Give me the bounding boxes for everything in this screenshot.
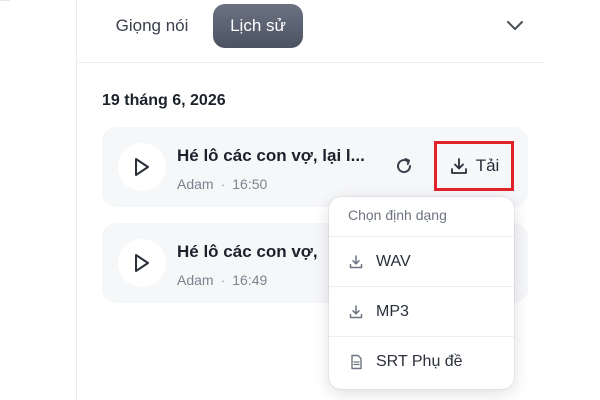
header-divider <box>77 62 543 63</box>
format-option-label: WAV <box>376 253 411 270</box>
format-option-label: SRT Phụ đề <box>376 353 463 370</box>
download-icon <box>348 304 364 320</box>
history-item-time: 16:50 <box>232 176 268 192</box>
chevron-down-icon <box>507 21 523 30</box>
play-button[interactable] <box>118 239 166 287</box>
sidebar-divider <box>76 0 77 400</box>
format-option-label: MP3 <box>376 303 409 320</box>
history-item-voice: Adam <box>177 272 214 288</box>
document-icon <box>348 354 364 370</box>
history-item-title: Hé lô các con vợ, lại l... <box>177 146 365 165</box>
play-button[interactable] <box>118 143 166 191</box>
regenerate-button[interactable] <box>391 153 417 179</box>
format-option-srt[interactable]: SRT Phụ đề <box>329 338 514 386</box>
tab-history[interactable]: Lịch sử <box>213 4 303 48</box>
tab-voices-label: Giọng nói <box>115 16 189 35</box>
tab-voices[interactable]: Giọng nói <box>100 4 204 48</box>
dropdown-divider <box>329 336 514 337</box>
dropdown-divider <box>329 236 514 237</box>
collapse-button[interactable] <box>503 15 527 37</box>
format-dropdown: Chọn định dạng WAV MP3 SRT Phụ đề <box>329 197 514 389</box>
refresh-icon <box>397 158 412 174</box>
download-icon <box>450 158 467 174</box>
play-icon <box>135 254 149 272</box>
format-option-mp3[interactable]: MP3 <box>329 288 514 336</box>
history-item-time: 16:49 <box>232 272 268 288</box>
download-button-label: Tải <box>475 156 500 175</box>
meta-separator: · <box>220 176 226 192</box>
format-dropdown-header: Chọn định dạng <box>348 207 447 223</box>
history-date-heading: 19 tháng 6, 2026 <box>102 92 226 109</box>
history-item-meta: Adam · 16:49 <box>177 272 267 288</box>
play-icon <box>135 158 149 176</box>
tab-history-label: Lịch sử <box>230 16 286 35</box>
format-option-wav[interactable]: WAV <box>329 238 514 286</box>
dropdown-divider <box>329 286 514 287</box>
corner-divider <box>0 0 10 1</box>
history-item-voice: Adam <box>177 176 214 192</box>
download-button[interactable]: Tải <box>434 141 514 191</box>
history-item-title: Hé lô các con vợ, <box>177 242 318 261</box>
history-item-meta: Adam · 16:50 <box>177 176 267 192</box>
download-icon <box>348 254 364 270</box>
meta-separator: · <box>220 272 226 288</box>
